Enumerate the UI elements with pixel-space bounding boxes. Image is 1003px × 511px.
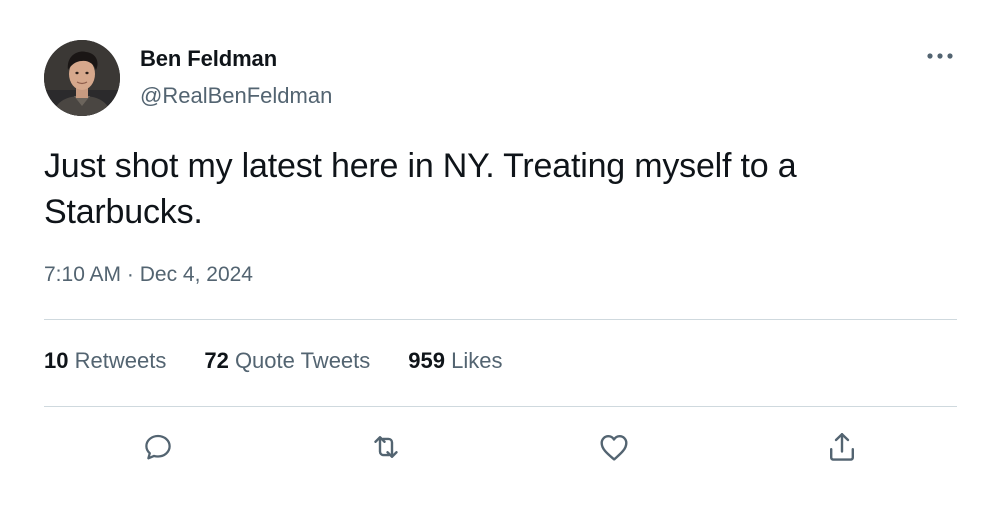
- retweets-label: Retweets: [74, 348, 167, 373]
- likes-count: 959: [408, 348, 445, 373]
- quote-tweets-label: Quote Tweets: [234, 348, 371, 373]
- retweets-stat[interactable]: 10 Retweets: [44, 348, 166, 374]
- more-options-button[interactable]: [922, 42, 958, 70]
- like-button[interactable]: [594, 427, 634, 467]
- likes-label: Likes: [451, 348, 503, 373]
- tweet-time[interactable]: 7:10 AM: [44, 263, 121, 286]
- reply-button[interactable]: [138, 427, 178, 467]
- timestamp: 7:10 AM · Dec 4, 2024: [44, 263, 253, 287]
- tweet-card: Ben Feldman @RealBenFeldman Just shot my…: [0, 0, 1003, 511]
- quote-tweets-stat[interactable]: 72 Quote Tweets: [204, 348, 370, 374]
- divider-top: [44, 319, 957, 320]
- share-icon: [830, 433, 854, 461]
- reply-icon: [145, 434, 171, 460]
- likes-stat[interactable]: 959 Likes: [408, 348, 502, 374]
- more-options-icon: [927, 53, 953, 59]
- quote-tweets-count: 72: [204, 348, 229, 373]
- user-handle[interactable]: @RealBenFeldman: [140, 83, 332, 109]
- tweet-text: Just shot my latest here in NY. Treating…: [44, 147, 797, 231]
- display-name[interactable]: Ben Feldman: [140, 46, 277, 72]
- tweet-date[interactable]: Dec 4, 2024: [140, 263, 253, 286]
- avatar[interactable]: [44, 40, 120, 116]
- like-icon: [600, 435, 628, 461]
- retweet-button[interactable]: [366, 427, 406, 467]
- engagement-stats: 10 Retweets 72 Quote Tweets 959 Likes: [44, 348, 540, 374]
- retweet-icon: [374, 436, 398, 458]
- retweets-count: 10: [44, 348, 69, 373]
- share-button[interactable]: [822, 427, 862, 467]
- divider-bottom: [44, 406, 957, 407]
- profile-photo-icon: [44, 40, 120, 116]
- timestamp-separator: ·: [121, 263, 140, 286]
